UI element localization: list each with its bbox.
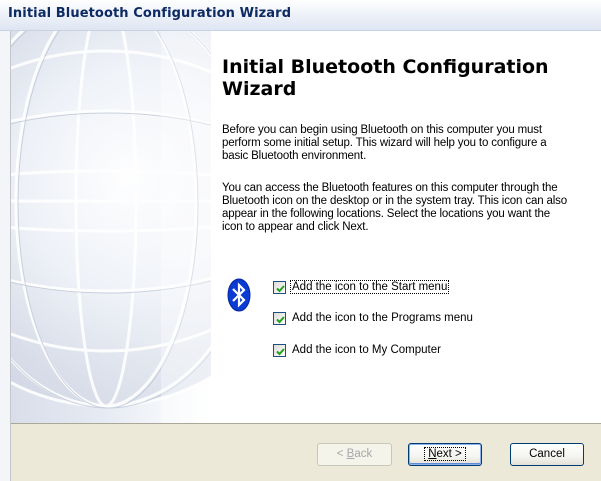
next-button-mnemonic: N xyxy=(428,448,437,460)
my-computer-label[interactable]: Add the icon to My Computer xyxy=(291,344,442,356)
back-button[interactable]: < Back xyxy=(317,443,392,466)
locations-text: You can access the Bluetooth features on… xyxy=(222,182,567,233)
next-button-rest: ext > xyxy=(436,448,462,460)
title-bar[interactable]: Initial Bluetooth Configuration Wizard xyxy=(0,0,601,31)
globe-watermark xyxy=(11,31,211,423)
option-start-menu[interactable]: Add the icon to the Start menu xyxy=(273,279,450,295)
programs-menu-label[interactable]: Add the icon to the Programs menu xyxy=(291,312,474,324)
checkmark-icon xyxy=(276,315,285,323)
back-button-rest: ack xyxy=(354,448,373,460)
cancel-button[interactable]: Cancel xyxy=(510,443,584,466)
option-programs-menu[interactable]: Add the icon to the Programs menu xyxy=(273,310,474,326)
start-menu-checkbox[interactable] xyxy=(273,280,286,294)
next-button-label: Next > xyxy=(424,447,466,461)
next-button[interactable]: Next > xyxy=(408,443,482,466)
page-heading: Initial Bluetooth Configuration Wizard xyxy=(222,56,549,100)
back-button-prefix: < xyxy=(336,448,347,460)
bluetooth-icon xyxy=(227,278,251,312)
checkmark-icon xyxy=(276,347,285,355)
start-menu-label[interactable]: Add the icon to the Start menu xyxy=(289,280,450,294)
checkmark-icon xyxy=(276,284,285,292)
programs-menu-checkbox[interactable] xyxy=(273,311,286,325)
window-title: Initial Bluetooth Configuration Wizard xyxy=(8,6,292,21)
my-computer-checkbox[interactable] xyxy=(273,343,286,357)
option-my-computer[interactable]: Add the icon to My Computer xyxy=(273,342,442,358)
intro-text: Before you can begin using Bluetooth on … xyxy=(222,124,547,162)
window-left-border xyxy=(0,31,11,481)
wizard-window: Initial Bluetooth Configuration Wizard I… xyxy=(0,0,601,481)
